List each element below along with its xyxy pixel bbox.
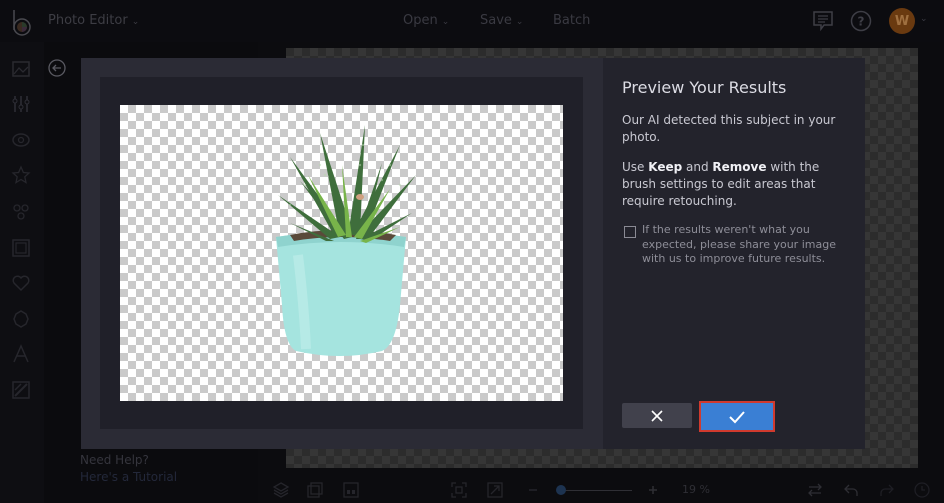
- app-title: Photo Editor: [48, 13, 128, 28]
- comment-icon[interactable]: [812, 10, 834, 32]
- image-icon[interactable]: [11, 59, 31, 79]
- share-image-checkbox[interactable]: [624, 226, 636, 238]
- texture-icon[interactable]: [11, 380, 31, 400]
- history-icon[interactable]: [913, 481, 931, 499]
- preview-results-dialog: Preview Your Results Our AI detected thi…: [81, 58, 865, 449]
- cutout-preview-image: [120, 105, 563, 401]
- preview-pane: [81, 58, 603, 449]
- fit-screen-icon[interactable]: [450, 481, 468, 499]
- adjustments-icon[interactable]: [11, 94, 31, 114]
- batch-label: Batch: [553, 13, 591, 28]
- keep-term: Keep: [648, 160, 683, 174]
- cancel-button[interactable]: [622, 403, 692, 428]
- tool-rail: [0, 42, 44, 503]
- share-image-label[interactable]: If the results weren't what you expected…: [642, 223, 857, 267]
- redo-icon[interactable]: [878, 481, 896, 499]
- eye-icon[interactable]: [11, 130, 31, 150]
- copy-icon[interactable]: [306, 481, 324, 499]
- help-icon[interactable]: ?: [850, 10, 872, 32]
- star-icon[interactable]: [11, 165, 31, 185]
- batch-menu[interactable]: Batch: [553, 13, 590, 28]
- help-title: Need Help?: [80, 453, 149, 467]
- instructions-text: Use Keep and Remove with the brush setti…: [622, 159, 852, 210]
- remove-term: Remove: [712, 160, 767, 174]
- zoom-percent: 19 %: [682, 483, 710, 496]
- arrow-left-circle-icon[interactable]: [48, 59, 66, 77]
- layout-icon[interactable]: [342, 481, 360, 499]
- instructions-part: Use: [622, 160, 649, 174]
- save-label: Save: [480, 13, 512, 28]
- save-menu[interactable]: Save ⌄: [480, 13, 523, 28]
- tutorial-link[interactable]: Here's a Tutorial: [80, 470, 177, 484]
- effects-icon[interactable]: [11, 202, 31, 222]
- text-icon[interactable]: [11, 344, 31, 364]
- chevron-down-icon: ⌄: [131, 17, 140, 27]
- confirm-button[interactable]: [699, 401, 775, 432]
- top-bar: Photo Editor ⌄ Open ⌄ Save ⌄ Batch ? W ⌄: [0, 0, 944, 42]
- undo-icon[interactable]: [842, 481, 860, 499]
- succulent-plant-image: [276, 125, 416, 356]
- zoom-out-icon[interactable]: [524, 481, 542, 499]
- open-label: Open: [403, 13, 438, 28]
- badge-icon[interactable]: [11, 309, 31, 329]
- open-menu[interactable]: Open ⌄: [403, 13, 449, 28]
- chevron-down-icon: ⌄: [441, 17, 450, 27]
- zoom-slider-handle[interactable]: [556, 485, 566, 495]
- layers-icon[interactable]: [272, 481, 290, 499]
- befunky-logo-icon[interactable]: [10, 8, 34, 36]
- expand-icon[interactable]: [486, 481, 504, 499]
- app-title-menu[interactable]: Photo Editor ⌄: [48, 13, 139, 28]
- avatar-initial: W: [894, 13, 910, 29]
- chevron-down-icon: ⌄: [515, 17, 524, 27]
- frame-icon[interactable]: [11, 238, 31, 258]
- instructions-part: and: [682, 160, 713, 174]
- user-avatar[interactable]: W: [889, 8, 915, 34]
- heart-icon[interactable]: [11, 273, 31, 293]
- detection-message: Our AI detected this subject in your pho…: [622, 113, 836, 144]
- zoom-slider-track[interactable]: [562, 490, 632, 491]
- compare-icon[interactable]: [806, 481, 824, 499]
- svg-text:?: ?: [858, 15, 865, 29]
- check-icon: [729, 410, 745, 423]
- close-icon: [651, 409, 663, 422]
- dialog-title: Preview Your Results: [622, 78, 787, 97]
- zoom-in-icon[interactable]: [644, 481, 662, 499]
- chevron-down-icon[interactable]: ⌄: [920, 14, 928, 24]
